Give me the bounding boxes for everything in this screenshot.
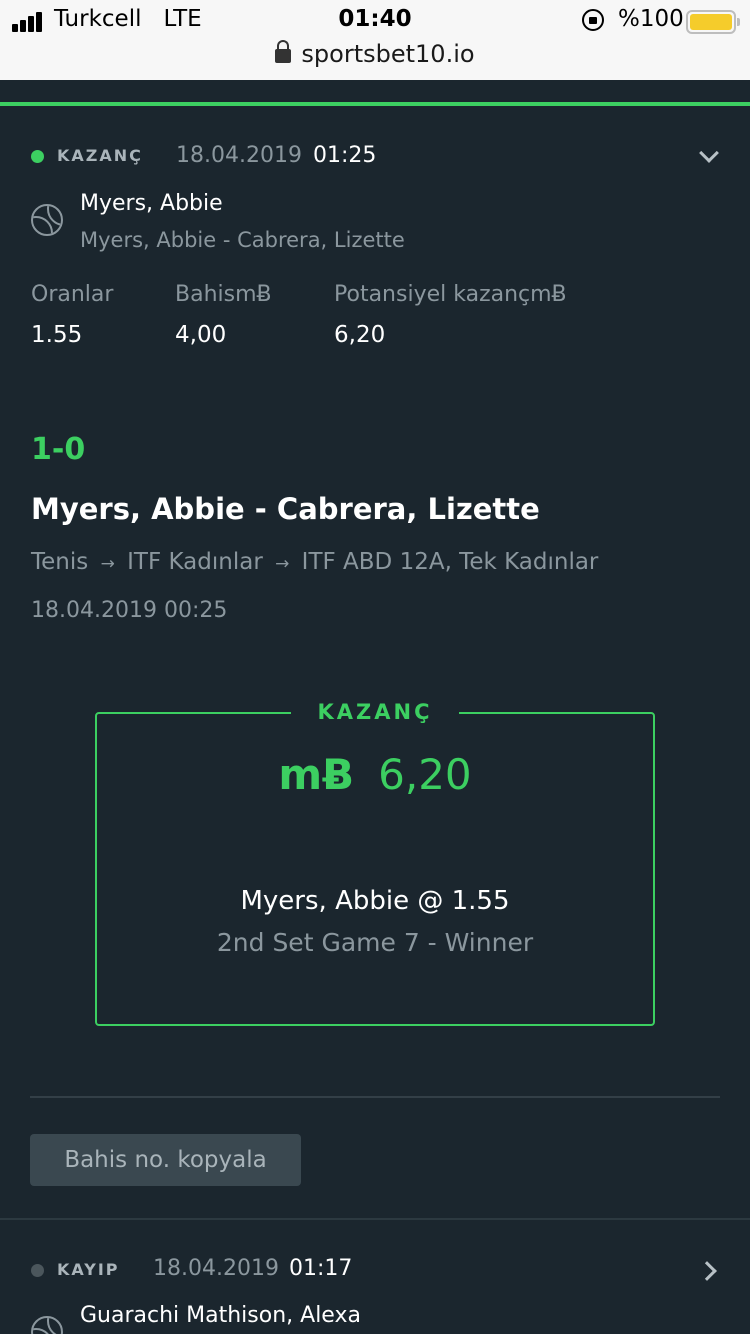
status-bar: Turkcell LTE 01:40 %100 sportsbet10.io xyxy=(0,0,750,80)
bet-separator xyxy=(0,1218,750,1220)
tennis-ball-icon xyxy=(31,204,63,236)
event-datetime: 18.04.2019 00:25 xyxy=(31,598,228,623)
tennis-ball-icon xyxy=(31,1316,63,1334)
currency-symbol: mɃ xyxy=(278,750,355,799)
bet-pick: Myers, Abbie @ 1.55 xyxy=(240,886,510,916)
active-section-indicator xyxy=(0,102,750,106)
url-text: sportsbet10.io xyxy=(301,40,475,68)
battery-percent: %100 xyxy=(618,6,684,32)
bet-event: Myers, Abbie - Cabrera, Lizette xyxy=(80,228,405,252)
bet-time: 01:25 xyxy=(313,143,377,168)
chevron-down-icon[interactable] xyxy=(699,143,719,163)
breadcrumb-tournament[interactable]: ITF ABD 12A, Tek Kadınlar xyxy=(302,549,599,575)
breadcrumb-sport[interactable]: Tenis xyxy=(31,549,88,575)
event-title: Myers, Abbie - Cabrera, Lizette xyxy=(31,492,540,526)
bet-date: 18.04.2019 xyxy=(153,1256,279,1281)
potential-win-label: Potansiyel kazançmɃ xyxy=(334,282,567,307)
bet-market: 2nd Set Game 7 - Winner xyxy=(216,928,534,957)
odds-label: Oranlar xyxy=(31,282,114,307)
bet-status-label: KAYIP xyxy=(57,1260,120,1279)
odds-value: 1.55 xyxy=(31,322,83,348)
stake-label: BahismɃ xyxy=(175,282,272,307)
bet-time: 01:17 xyxy=(289,1256,353,1281)
bet-date: 18.04.2019 xyxy=(176,143,302,168)
win-summary-label: KAZANÇ xyxy=(291,700,459,724)
win-amount-value: 6,20 xyxy=(378,750,472,799)
arrow-right-icon: → xyxy=(275,554,290,574)
breadcrumb-category[interactable]: ITF Kadınlar xyxy=(127,549,263,575)
bet-status-label: KAZANÇ xyxy=(57,146,143,165)
match-score: 1-0 xyxy=(31,432,86,467)
bet-selection: Myers, Abbie xyxy=(80,191,223,216)
status-dot-lost xyxy=(31,1264,44,1277)
address-bar[interactable]: sportsbet10.io xyxy=(0,40,750,68)
rotation-lock-icon xyxy=(582,9,604,31)
potential-win-value: 6,20 xyxy=(334,322,386,348)
lock-icon xyxy=(275,40,292,63)
divider xyxy=(30,1096,720,1098)
status-dot-won xyxy=(31,150,44,163)
win-amount: mɃ 6,20 xyxy=(95,750,655,799)
stake-value: 4,00 xyxy=(175,322,227,348)
chevron-right-icon[interactable] xyxy=(697,1261,717,1281)
battery-icon xyxy=(686,10,740,34)
breadcrumb: Tenis → ITF Kadınlar → ITF ABD 12A, Tek … xyxy=(31,549,598,575)
arrow-right-icon: → xyxy=(100,554,115,574)
copy-bet-id-button[interactable]: Bahis no. kopyala xyxy=(30,1134,301,1186)
bet-selection: Guarachi Mathison, Alexa xyxy=(80,1303,361,1328)
